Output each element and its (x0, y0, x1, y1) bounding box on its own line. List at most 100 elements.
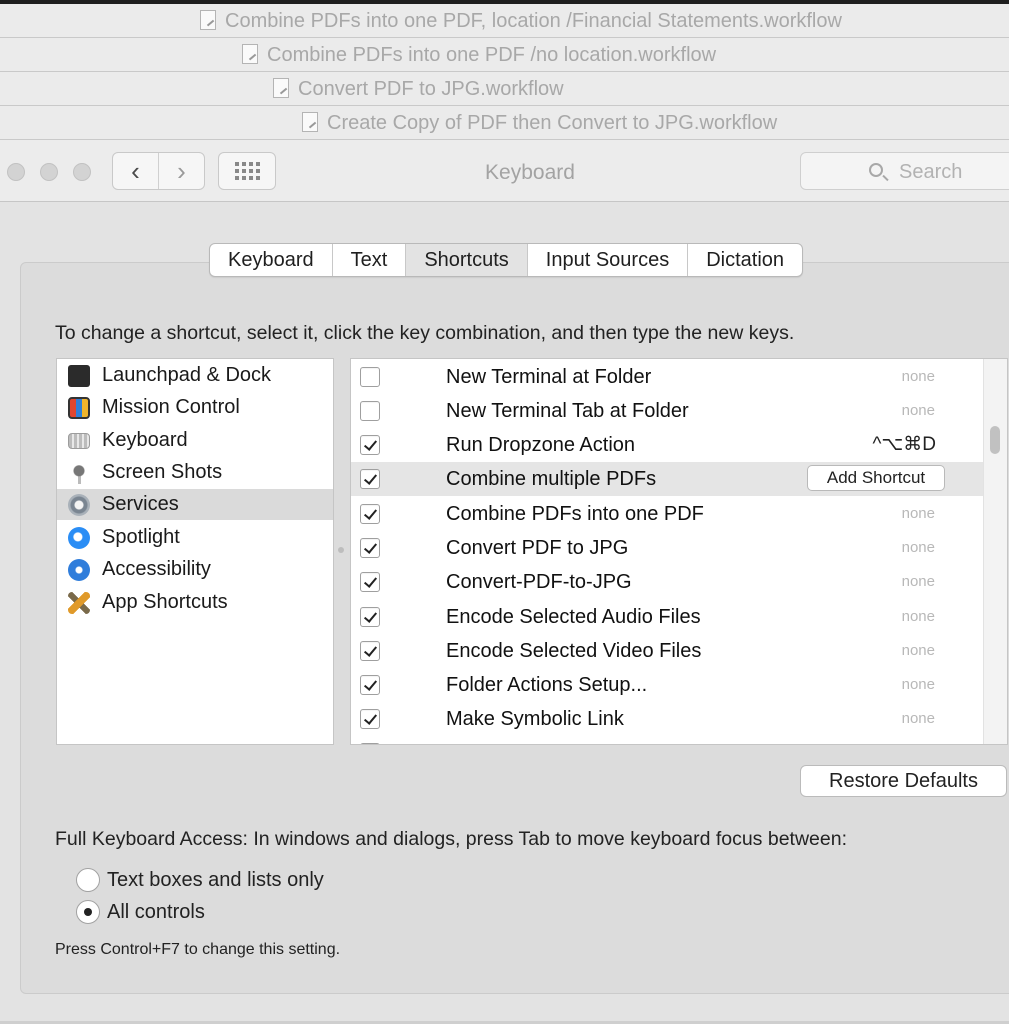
service-checkbox[interactable] (360, 367, 380, 387)
list-item[interactable]: New Terminal at Folder none (351, 360, 983, 394)
shortcut-value[interactable]: ^⌥⌘D (872, 428, 936, 462)
app-shortcuts-icon (68, 591, 90, 614)
service-checkbox[interactable] (360, 675, 380, 695)
service-checkbox[interactable] (360, 709, 380, 729)
services-shortcut-list: New Terminal at Folder none New Terminal… (350, 358, 1008, 745)
list-item[interactable]: New Terminal Tab at Folder none (351, 394, 983, 428)
service-name: Folder Actions Setup... (446, 674, 648, 696)
radio-text-boxes-only[interactable]: Text boxes and lists only (76, 866, 376, 894)
service-name: Convert PDF to JPG (446, 537, 629, 559)
accessibility-icon (68, 558, 90, 581)
full-keyboard-access-label: Full Keyboard Access: In windows and dia… (55, 828, 847, 850)
close-window-button[interactable] (7, 163, 25, 181)
category-label: Mission Control (102, 396, 240, 418)
background-window-title: Create Copy of PDF then Convert to JPG.w… (327, 112, 778, 134)
workflow-document-icon (302, 112, 318, 132)
shortcut-value[interactable]: none (902, 702, 935, 736)
category-label: App Shortcuts (102, 591, 228, 613)
list-item-partial[interactable] (351, 736, 983, 744)
service-checkbox[interactable] (360, 743, 380, 744)
radio-all-controls[interactable]: All controls (76, 898, 376, 926)
category-services[interactable]: Services (57, 489, 333, 520)
scrollbar-track[interactable] (983, 359, 1007, 744)
shortcut-value[interactable]: none (902, 497, 935, 531)
list-item[interactable]: Combine PDFs into one PDF none (351, 497, 983, 531)
show-all-button[interactable] (218, 152, 276, 190)
category-label: Spotlight (102, 526, 180, 548)
tab-keyboard[interactable]: Keyboard (210, 244, 333, 276)
tab-input-sources[interactable]: Input Sources (528, 244, 689, 276)
background-window-4[interactable]: Create Copy of PDF then Convert to JPG.w… (0, 106, 1009, 140)
list-item[interactable]: Encode Selected Audio Files none (351, 600, 983, 634)
launchpad-icon (68, 364, 90, 387)
category-label: Keyboard (102, 429, 188, 451)
restore-defaults-button[interactable]: Restore Defaults (800, 765, 1007, 797)
radio-button[interactable] (76, 868, 100, 892)
shortcut-value[interactable]: none (902, 394, 935, 428)
add-shortcut-button[interactable]: Add Shortcut (807, 465, 945, 491)
list-item[interactable]: Convert-PDF-to-JPG none (351, 565, 983, 599)
zoom-window-button[interactable] (73, 163, 91, 181)
mission-control-icon (68, 396, 90, 419)
category-app-shortcuts[interactable]: App Shortcuts (57, 587, 333, 618)
split-view-divider-handle[interactable] (338, 547, 344, 553)
service-name: Run Dropzone Action (446, 434, 636, 456)
scrollbar-thumb[interactable] (990, 426, 1000, 454)
service-checkbox[interactable] (360, 435, 380, 455)
back-button[interactable]: ‹ (113, 153, 159, 189)
shortcut-value[interactable]: none (902, 600, 935, 634)
shortcut-value[interactable]: none (902, 668, 935, 702)
service-checkbox[interactable] (360, 504, 380, 524)
list-item[interactable]: Make Symbolic Link none (351, 702, 983, 736)
tab-shortcuts[interactable]: Shortcuts (406, 244, 528, 276)
service-checkbox[interactable] (360, 538, 380, 558)
shortcut-value[interactable]: none (902, 360, 935, 394)
radio-button[interactable] (76, 900, 100, 924)
list-item[interactable]: Convert PDF to JPG none (351, 531, 983, 565)
service-name: Combine multiple PDFs (446, 468, 657, 490)
search-icon (869, 163, 883, 177)
category-mission-control[interactable]: Mission Control (57, 392, 333, 423)
search-field[interactable] (800, 152, 1009, 190)
service-name: Encode Selected Video Files (446, 640, 702, 662)
service-name: New Terminal Tab at Folder (446, 400, 689, 422)
service-checkbox[interactable] (360, 641, 380, 661)
category-spotlight[interactable]: Spotlight (57, 522, 333, 553)
service-name: New Terminal at Folder (446, 366, 652, 388)
list-item[interactable]: Combine multiple PDFs Add Shortcut (351, 462, 983, 496)
spotlight-icon (68, 526, 90, 549)
list-item[interactable]: Run Dropzone Action ^⌥⌘D (351, 428, 983, 462)
category-label: Services (102, 493, 179, 515)
service-checkbox[interactable] (360, 572, 380, 592)
forward-button[interactable]: › (159, 153, 204, 189)
search-input[interactable] (897, 159, 1009, 185)
navigation-buttons: ‹ › (112, 152, 205, 190)
list-item[interactable]: Folder Actions Setup... none (351, 668, 983, 702)
category-accessibility[interactable]: Accessibility (57, 554, 333, 585)
background-window-title: Convert PDF to JPG.workflow (298, 78, 564, 100)
category-keyboard[interactable]: Keyboard (57, 425, 333, 456)
tab-bar: Keyboard Text Shortcuts Input Sources Di… (209, 243, 804, 277)
shortcut-value[interactable]: none (902, 634, 935, 668)
window-title: Keyboard (485, 161, 575, 184)
category-screen-shots[interactable]: Screen Shots (57, 457, 333, 488)
radio-label: Text boxes and lists only (107, 868, 324, 891)
instructions-text: To change a shortcut, select it, click t… (55, 322, 795, 344)
background-window-1[interactable]: Combine PDFs into one PDF, location /Fin… (0, 4, 1009, 38)
minimize-window-button[interactable] (40, 163, 58, 181)
service-checkbox[interactable] (360, 469, 380, 489)
category-launchpad-dock[interactable]: Launchpad & Dock (57, 360, 333, 391)
tab-text[interactable]: Text (333, 244, 407, 276)
screenshot-icon (68, 461, 90, 484)
service-checkbox[interactable] (360, 607, 380, 627)
background-window-2[interactable]: Combine PDFs into one PDF /no location.w… (0, 38, 1009, 72)
background-window-title: Combine PDFs into one PDF, location /Fin… (225, 10, 842, 32)
tab-dictation[interactable]: Dictation (688, 244, 802, 276)
shortcut-value[interactable]: none (902, 565, 935, 599)
workflow-document-icon (242, 44, 258, 64)
service-checkbox[interactable] (360, 401, 380, 421)
background-window-3[interactable]: Convert PDF to JPG.workflow (0, 72, 1009, 106)
shortcut-value[interactable]: none (902, 531, 935, 565)
category-label: Accessibility (102, 558, 211, 580)
list-item[interactable]: Encode Selected Video Files none (351, 634, 983, 668)
